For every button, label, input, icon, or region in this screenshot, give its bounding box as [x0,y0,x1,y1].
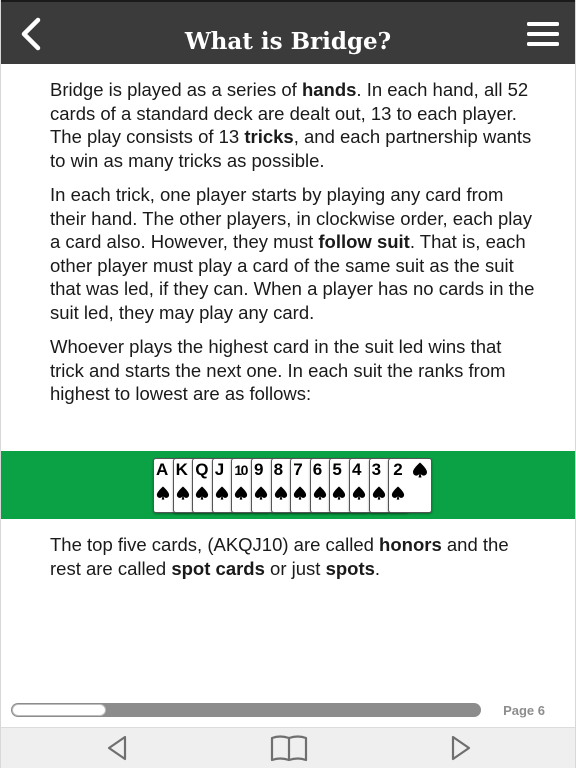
spade-icon [392,486,405,500]
lesson-text-honors: The top five cards, (AKQJ10) are called … [50,533,537,580]
text: Whoever plays the highest card in the su… [50,336,506,404]
page-progress-fill [12,704,106,716]
term-tricks: tricks [244,126,294,147]
spade-icon [372,486,385,500]
card-rank: A [156,460,168,479]
card-rank: 7 [293,460,303,479]
bottom-navigation [1,727,575,768]
playing-card-2-of-spades: 2 [388,458,433,513]
table-of-contents-button[interactable] [269,730,309,766]
hamburger-menu-icon [527,22,559,46]
page-number-label: Page 6 [503,703,545,718]
paragraph-follow-suit: In each trick, one player starts by play… [50,183,537,324]
open-book-icon [270,735,308,762]
paragraph-hands: Bridge is played as a series of hands. I… [50,78,537,172]
page-title: What is Bridge? [184,28,392,55]
card-rank: 9 [254,460,264,479]
paragraph-honors: The top five cards, (AKQJ10) are called … [50,533,537,580]
spade-icon [352,486,366,500]
card-rank: 10 [234,462,248,478]
card-rank: Q [195,460,208,479]
next-page-button[interactable] [441,730,481,766]
card-rank: J [214,460,225,479]
spade-icon [176,486,189,500]
spade-icon [333,486,346,500]
card-rank: 5 [332,460,342,479]
triangle-right-icon [451,735,471,761]
spade-icon [254,486,268,500]
card-rank: K [175,460,188,479]
spade-icon [156,486,170,500]
app-frame: What is Bridge? Bridge is played as a se… [0,0,576,768]
card-rank: 8 [273,460,284,479]
spade-icon [215,486,228,500]
term-hands: hands [301,79,357,100]
triangle-left-icon [107,735,127,761]
spade-icon [413,462,428,478]
text: or just [264,557,326,579]
previous-page-button[interactable] [97,730,137,766]
text: The top five cards, (AKQJ10) are called [50,534,380,555]
card-rank: 3 [371,460,382,479]
spade-icon [274,486,287,500]
text: Bridge is played as a series of [50,79,302,100]
spade-icon [235,486,248,500]
page-progress-bar[interactable] [11,703,481,717]
term-honors: honors [379,534,442,555]
spade-icon [294,486,307,500]
paragraph-ranks: Whoever plays the highest card in the su… [50,335,537,406]
term-spots: spots [325,557,375,579]
text: . [374,557,381,579]
menu-button[interactable] [521,14,565,54]
spade-icon [196,486,209,500]
top-bar: What is Bridge? [1,0,575,64]
term-spot-cards: spot cards [171,557,265,579]
card-rank: 2 [393,460,403,479]
card-rank: 4 [352,460,362,479]
spade-icon [313,486,326,500]
card-rank: 6 [312,460,323,479]
lesson-text: Bridge is played as a series of hands. I… [50,78,537,417]
term-follow-suit: follow suit [318,231,410,252]
